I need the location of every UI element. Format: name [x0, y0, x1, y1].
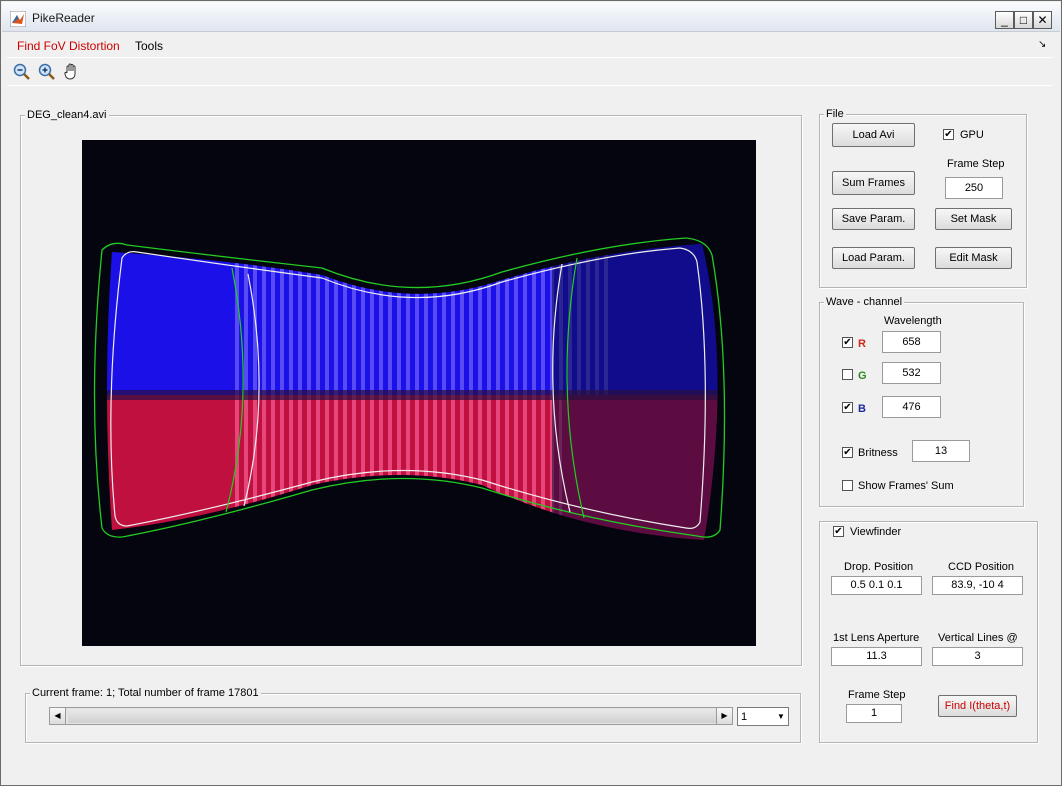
frame-panel-label: Current frame: 1; Total number of frame … — [30, 687, 261, 699]
viewfinder-frame-step-input[interactable]: 1 — [846, 704, 902, 723]
set-mask-label: Set Mask — [950, 213, 997, 225]
frame-step-input[interactable]: 250 — [945, 177, 1003, 199]
find-i-theta-t-button[interactable]: Find I(theta,t) — [938, 695, 1017, 717]
wavelength-label: Wavelength — [884, 315, 942, 327]
app-window: PikeReader _ □ ✕ Find FoV Distortion Too… — [0, 0, 1062, 786]
drop-position-input[interactable]: 0.5 0.1 0.1 — [831, 576, 922, 595]
gpu-label: GPU — [960, 129, 984, 141]
menu-tools[interactable]: Tools — [135, 39, 163, 53]
channel-b-checkbox[interactable]: ✔ — [842, 402, 853, 413]
menu-separator — [7, 57, 1053, 58]
load-param-label: Load Param. — [842, 252, 905, 264]
frame-select-value: 1 — [741, 711, 748, 723]
menu-find-fov-distortion[interactable]: Find FoV Distortion — [17, 39, 120, 53]
vertical-lines-label: Vertical Lines @ — [938, 632, 1018, 644]
ccd-position-input[interactable]: 83.9, -10 4 — [932, 576, 1023, 595]
channel-g-label: G — [858, 370, 867, 382]
wavelength-r-input[interactable]: 658 — [882, 331, 941, 353]
pan-hand-icon[interactable] — [62, 62, 82, 82]
channel-b-label: B — [858, 403, 866, 415]
maximize-button[interactable]: □ — [1014, 11, 1033, 29]
video-frame-display[interactable] — [82, 140, 756, 646]
britness-label: Britness — [858, 447, 898, 459]
set-mask-button[interactable]: Set Mask — [935, 208, 1012, 230]
drop-position-label: Drop. Position — [844, 561, 914, 573]
vertical-lines-input[interactable]: 3 — [932, 647, 1023, 666]
slider-right-arrow-icon[interactable]: ▶ — [716, 708, 732, 724]
sum-frames-label: Sum Frames — [842, 177, 905, 189]
viewfinder-frame-step-label: Frame Step — [848, 689, 906, 701]
viewfinder-checkbox[interactable]: ✔ — [833, 526, 844, 537]
find-i-theta-t-label: Find I(theta,t) — [944, 700, 1011, 712]
window-title: PikeReader — [32, 11, 95, 25]
matlab-app-icon — [9, 10, 27, 28]
dock-arrow-icon[interactable]: ↘ — [1038, 39, 1046, 50]
title-bar: PikeReader _ □ ✕ — [2, 2, 1060, 32]
wavelength-b-input[interactable]: 476 — [882, 396, 941, 418]
britness-checkbox[interactable]: ✔ — [842, 447, 853, 458]
frame-step-label: Frame Step — [947, 158, 1005, 170]
gpu-checkbox[interactable]: ✔ — [943, 129, 954, 140]
channel-g-checkbox[interactable] — [842, 369, 853, 380]
britness-input[interactable]: 13 — [912, 440, 970, 462]
menu-bar: Find FoV Distortion Tools ↘ — [2, 33, 1060, 57]
zoom-in-icon[interactable] — [37, 62, 57, 82]
show-frames-sum-label: Show Frames' Sum — [858, 480, 954, 492]
viewfinder-label: Viewfinder — [850, 526, 902, 538]
channel-r-label: R — [858, 338, 866, 350]
slider-left-arrow-icon[interactable]: ◀ — [50, 708, 66, 724]
wavelength-g-input[interactable]: 532 — [882, 362, 941, 384]
sum-frames-button[interactable]: Sum Frames — [832, 171, 915, 195]
lens-aperture-input[interactable]: 11.3 — [831, 647, 922, 666]
save-param-label: Save Param. — [841, 213, 906, 225]
load-avi-button[interactable]: Load Avi — [832, 123, 915, 147]
load-param-button[interactable]: Load Param. — [832, 247, 915, 269]
frame-select[interactable]: 1 ▼ — [737, 707, 789, 726]
save-param-button[interactable]: Save Param. — [832, 208, 915, 230]
edit-mask-button[interactable]: Edit Mask — [935, 247, 1012, 269]
show-frames-sum-checkbox[interactable] — [842, 480, 853, 491]
load-avi-label: Load Avi — [852, 129, 895, 141]
frame-slider[interactable]: ◀ ▶ — [49, 707, 733, 725]
chevron-down-icon[interactable]: ▼ — [774, 709, 788, 724]
toolbar-separator — [7, 85, 1053, 86]
lens-aperture-label: 1st Lens Aperture — [833, 632, 920, 644]
video-panel-title: DEG_clean4.avi — [25, 109, 109, 121]
channel-r-checkbox[interactable]: ✔ — [842, 337, 853, 348]
file-panel-title: File — [824, 108, 846, 120]
zoom-out-icon[interactable] — [12, 62, 32, 82]
slider-track[interactable] — [68, 709, 716, 723]
ccd-position-label: CCD Position — [948, 561, 1015, 573]
minimize-button[interactable]: _ — [995, 11, 1014, 29]
wave-channel-title: Wave - channel — [824, 296, 905, 308]
close-button[interactable]: ✕ — [1033, 11, 1052, 29]
edit-mask-label: Edit Mask — [949, 252, 998, 264]
